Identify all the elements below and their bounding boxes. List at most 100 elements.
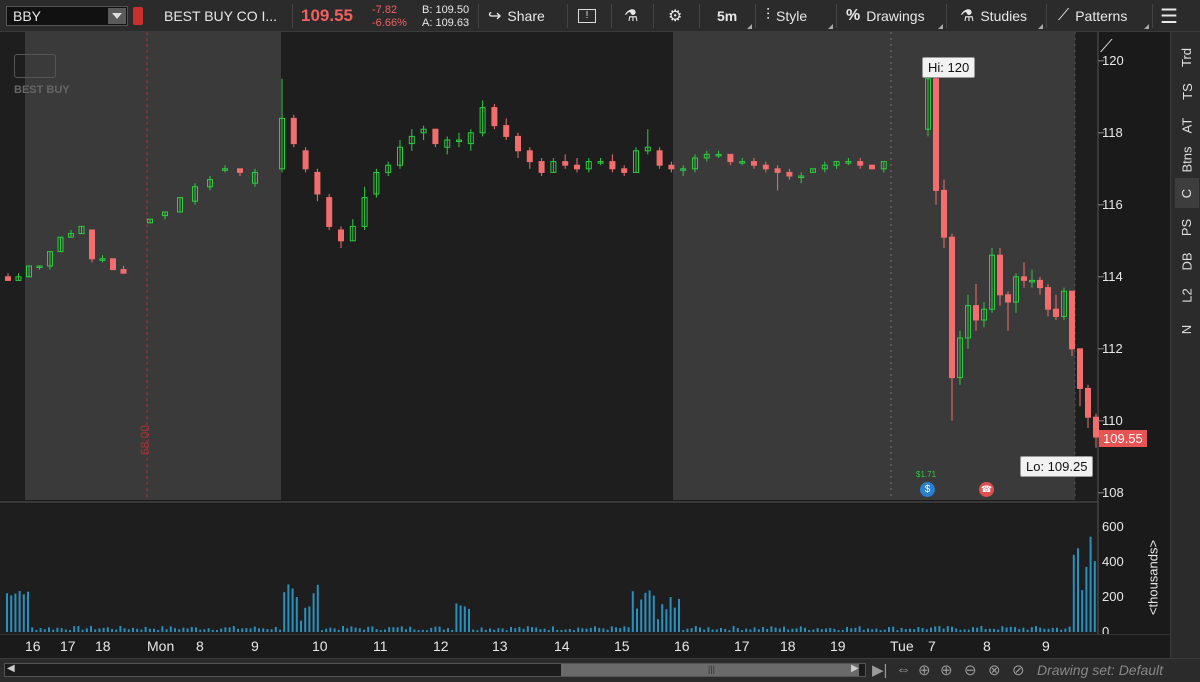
candle-body — [302, 150, 309, 170]
volume-bar — [1093, 561, 1096, 632]
scroll-right-icon[interactable]: ▶ — [851, 663, 859, 674]
candle-body — [526, 150, 533, 163]
volume-bar — [161, 626, 164, 632]
candle-body — [538, 161, 545, 173]
volume-bar — [648, 590, 651, 632]
share-button[interactable]: ↪ Share — [488, 0, 545, 32]
right-tab-ps[interactable]: PS — [1175, 212, 1199, 242]
volume-bar — [598, 627, 601, 632]
volume-bar — [14, 593, 17, 632]
zoom-in-icon[interactable]: ⊕ — [940, 661, 953, 679]
crosshair-icon[interactable]: ⊕ — [918, 661, 931, 679]
right-tab-db[interactable]: DB — [1175, 246, 1199, 276]
earnings-value: $1.71 — [916, 470, 937, 479]
price-tick-label: 108 — [1102, 484, 1124, 500]
volume-bar — [316, 584, 319, 632]
volume-bar — [1030, 627, 1033, 632]
volume-bar — [917, 627, 920, 632]
volume-tick-label: 600 — [1102, 519, 1124, 535]
info-chart-icon: ! — [578, 9, 596, 23]
volume-bar — [837, 630, 840, 632]
volume-bar — [669, 596, 672, 632]
volume-bar — [804, 627, 806, 632]
chart-info-button[interactable]: ! — [578, 0, 602, 32]
right-side-tabs: Trd TS AT Btns C PS DB L2 N — [1170, 32, 1200, 662]
patterns-button[interactable]: ⟋ Patterns — [1058, 0, 1127, 32]
volume-bar — [631, 591, 634, 632]
studies-button[interactable]: ⚗ Studies — [960, 0, 1027, 32]
volume-bar — [119, 625, 122, 632]
volume-bar — [766, 628, 769, 632]
volume-bar — [644, 592, 647, 632]
volume-bar — [295, 596, 298, 632]
right-tab-c[interactable]: C — [1175, 178, 1199, 208]
candle-body — [762, 164, 769, 170]
volume-bar — [825, 628, 827, 632]
price-tick-label: 110 — [1102, 412, 1123, 428]
alert-flag-icon[interactable] — [133, 7, 143, 25]
volume-bar — [321, 630, 323, 632]
time-tick-label: Mon — [147, 638, 175, 654]
volume-bar — [552, 626, 554, 632]
reset-zoom-icon[interactable]: ⊘ — [1012, 661, 1025, 679]
volume-bar — [816, 628, 819, 632]
right-tab-l2[interactable]: L2 — [1175, 280, 1199, 310]
right-tab-btns[interactable]: Btns — [1175, 144, 1199, 174]
lab-button[interactable]: ⚗ — [624, 0, 644, 32]
menu-button[interactable]: ☰ — [1160, 0, 1184, 32]
volume-bar — [140, 629, 143, 632]
zoom-area-icon[interactable]: ⊗ — [988, 661, 1001, 679]
scroll-left-icon[interactable]: ◀ — [7, 663, 15, 674]
volume-bar — [1022, 627, 1025, 632]
volume-bar — [657, 619, 659, 632]
volume-bar — [56, 627, 59, 632]
volume-bar — [111, 629, 113, 632]
candle-body — [727, 153, 734, 163]
right-tab-n[interactable]: N — [1175, 314, 1199, 344]
right-tab-at[interactable]: AT — [1175, 110, 1199, 140]
volume-bar — [988, 628, 991, 632]
right-tab-ts[interactable]: TS — [1175, 76, 1199, 106]
volume-bar — [279, 629, 281, 632]
volume-bar — [879, 630, 882, 632]
drawings-button[interactable]: % Drawings — [846, 0, 925, 32]
right-tab-trd[interactable]: Trd — [1175, 42, 1199, 72]
earnings-event-icon[interactable]: $ — [920, 482, 935, 497]
volume-bar — [329, 627, 332, 632]
candle-body — [1021, 276, 1027, 281]
volume-bar — [573, 630, 575, 632]
price-axis-toggle-icon[interactable]: ⟋ — [1100, 36, 1126, 58]
volume-bar — [207, 628, 210, 632]
symbol-selector[interactable]: BBY — [6, 6, 128, 26]
volume-bar — [384, 629, 386, 632]
volume-bar — [18, 591, 21, 632]
volume-bar — [363, 629, 365, 632]
volume-bar — [81, 629, 84, 632]
drawing-set-label[interactable]: Drawing set: Default — [1037, 662, 1163, 678]
scroll-end-icon[interactable]: ▶| — [872, 661, 887, 679]
conference-call-icon[interactable]: ☎ — [979, 482, 994, 497]
volume-bar — [308, 606, 311, 632]
timeframe-selector[interactable]: 5m — [717, 0, 737, 32]
volume-bar — [846, 627, 848, 632]
volume-bar — [178, 629, 181, 632]
right-tab-label: AT — [1179, 117, 1195, 133]
chart-scrollbar[interactable]: ◀ ||| ▶ — [4, 663, 866, 677]
price-chart[interactable] — [0, 32, 1170, 634]
time-tick-label: 18 — [95, 638, 111, 654]
settings-button[interactable]: ⚙ — [668, 0, 688, 32]
chevron-down-icon[interactable] — [108, 8, 126, 24]
volume-bar — [266, 629, 269, 632]
volume-bar — [337, 629, 340, 632]
volume-bar — [820, 629, 823, 632]
expand-icon[interactable]: ⇔ — [896, 661, 911, 678]
volume-bar — [1064, 628, 1067, 632]
volume-bar — [640, 599, 643, 632]
volume-bar — [514, 628, 517, 632]
zoom-out-icon[interactable]: ⊖ — [964, 661, 977, 679]
volume-bar — [900, 627, 903, 632]
volume-bar — [1035, 626, 1037, 632]
style-button[interactable]: ⫶ Style — [766, 0, 807, 32]
time-tick-label: 17 — [734, 638, 750, 654]
candle-body — [515, 135, 521, 152]
